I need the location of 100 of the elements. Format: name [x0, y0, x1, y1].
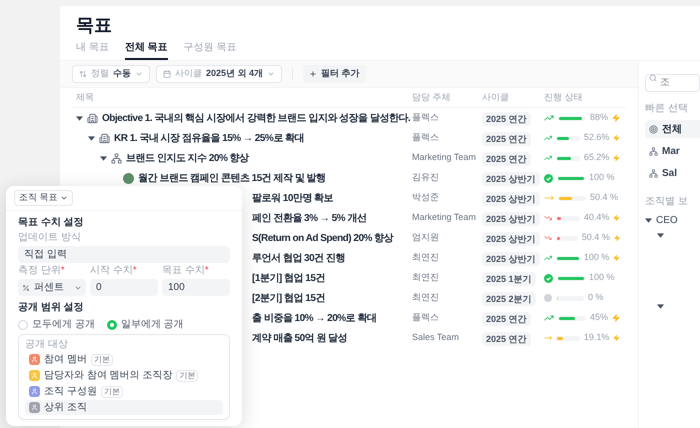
cycle-badge: 2025 2분기: [482, 292, 536, 306]
audience-label: 참여 멤버: [44, 353, 87, 367]
trend-up-icon: [544, 113, 554, 123]
goal-title[interactable]: [1분기] 협업 15건: [252, 270, 325, 286]
owner-text: 플렉스: [412, 111, 440, 124]
building-icon: [87, 112, 98, 124]
progress-percent: 45%: [590, 311, 608, 324]
field-label: 목표 수치*: [162, 265, 210, 277]
progress-percent: 19.1%: [584, 331, 610, 344]
trend-down-icon: [544, 233, 552, 243]
number-field[interactable]: 0: [90, 279, 158, 296]
trend-up-icon: [544, 253, 552, 263]
quick-select-item[interactable]: Sal: [645, 164, 700, 182]
goal-type-button[interactable]: 조직 목표: [14, 190, 73, 206]
column-header: 제목: [75, 90, 95, 104]
goal-title[interactable]: 페인 전환율 3% → 5% 개선: [252, 210, 366, 226]
update-method-field[interactable]: 직접 입력: [18, 246, 230, 263]
required-mark: *: [132, 265, 137, 276]
chevron-down-icon: [135, 70, 143, 78]
default-tag: 기본: [176, 370, 198, 382]
target-icon: [649, 124, 658, 134]
goal-title[interactable]: [2분기] 협업 15건: [252, 290, 325, 306]
arrow-right-icon: [544, 193, 554, 203]
quick-select-item[interactable]: Mar: [645, 142, 700, 160]
radio-label: 모두에게 공개: [32, 318, 95, 332]
tree-item[interactable]: CEO: [656, 213, 678, 228]
column-header: 진행 상태: [544, 90, 584, 104]
org-chart-icon: [649, 146, 658, 156]
search-icon: [649, 74, 657, 82]
expand-caret-icon[interactable]: [100, 154, 107, 162]
progress-percent: 100 %: [584, 251, 610, 264]
progress-percent: 40.4%: [584, 211, 610, 224]
goal-title[interactable]: 월간 브랜드 캠페인 콘텐츠 15건 제작 및 발행: [138, 170, 326, 186]
number-field[interactable]: 100: [162, 279, 230, 296]
plus-icon: [309, 70, 318, 78]
trend-up-icon: [544, 313, 554, 323]
column-header: 사이클: [482, 90, 510, 104]
cycle-badge: 2025 연간: [482, 132, 531, 146]
cycle-badge: 2025 연간: [482, 312, 531, 326]
goal-title[interactable]: 루언서 협업 30건 진행: [252, 250, 345, 266]
owner-text: 최연진: [412, 251, 440, 264]
audience-item[interactable]: 상위 조직: [25, 400, 223, 415]
sort-filter[interactable]: 정렬 수동: [72, 65, 150, 83]
search-field[interactable]: 조: [645, 74, 700, 92]
progress-percent: 52.6%: [584, 131, 610, 144]
expand-caret-icon[interactable]: [645, 217, 652, 224]
trend-up-icon: [544, 153, 552, 163]
audience-label: 조직 구성원: [44, 385, 97, 399]
audience-label: 상위 조직: [44, 401, 87, 415]
owner-text: 김유진: [412, 171, 440, 184]
goal-title[interactable]: KR 1. 국내 시장 점유율을 15% → 25%로 확대: [114, 130, 304, 146]
cycle-badge: 2025 상반기: [482, 212, 540, 226]
default-tag: 기본: [90, 354, 113, 366]
goal-title[interactable]: S(Return on Ad Spend) 20% 향상: [252, 230, 394, 246]
audience-item[interactable]: 담당자와 참여 멤버의 조직장 기본: [25, 368, 223, 383]
quick-select-item[interactable]: 전체: [645, 120, 700, 138]
expand-caret-icon[interactable]: [76, 114, 83, 122]
trend-down-icon: [544, 213, 552, 223]
audience-item[interactable]: 참여 멤버 기본: [25, 352, 223, 367]
progress-percent: 50.4 %: [582, 231, 610, 244]
goal-title[interactable]: 브랜드 인지도 지수 20% 향상: [126, 150, 249, 166]
check-circle-icon: [544, 274, 553, 282]
section-label: 빠른 선택: [645, 102, 689, 116]
unit-select[interactable]: 퍼센트: [18, 279, 86, 296]
radio-button[interactable]: [106, 320, 117, 330]
page-title: 목표: [76, 14, 113, 36]
avatar: [123, 172, 134, 184]
owner-text: 플렉스: [412, 311, 440, 324]
cycle-badge: 2025 1분기: [482, 272, 536, 286]
radio-button[interactable]: [18, 320, 28, 330]
expand-caret-icon[interactable]: [657, 303, 664, 310]
cycle-filter[interactable]: 사이클 2025년 외 4개: [156, 65, 282, 83]
cycle-badge: 2025 연간: [482, 112, 531, 126]
goal-title[interactable]: 출 비중을 10% → 20%로 확대: [252, 310, 376, 326]
field-label: 업데이트 방식: [18, 232, 82, 244]
chevron-down-icon: [267, 70, 276, 78]
owner-text: Marketing Team: [412, 151, 477, 164]
org-chart-icon: [649, 168, 658, 178]
field-label: 측정 단위*: [18, 265, 66, 277]
audience-item[interactable]: 조직 구성원 기본: [25, 384, 223, 399]
progress-percent: 65.2%: [584, 151, 610, 164]
goal-title[interactable]: 팔로워 10만명 확보: [252, 190, 334, 206]
expand-caret-icon[interactable]: [88, 134, 95, 142]
progress-percent: 100 %: [589, 171, 615, 184]
owner-text: Marketing Team: [412, 211, 477, 224]
section-title: 공개 범위 설정: [18, 301, 85, 315]
progress-percent: 50.4 %: [590, 191, 618, 204]
section-title: 목표 수치 설정: [18, 216, 85, 230]
owner-text: 최연진: [412, 291, 440, 304]
section-label: 조직별 보: [645, 195, 689, 209]
goal-title[interactable]: 계약 매출 50억 원 달성: [252, 330, 348, 346]
radio-label: 일부에게 공개: [120, 318, 184, 332]
expand-caret-icon[interactable]: [657, 232, 664, 239]
cycle-badge: 2025 상반기: [482, 192, 540, 206]
goal-title[interactable]: Objective 1. 국내의 핵심 시장에서 강력한 브랜드 입지와 성장을 달성한다.: [102, 110, 410, 126]
field-label: 시작 수치*: [90, 265, 138, 277]
check-circle-icon: [544, 174, 553, 182]
required-mark: *: [60, 265, 65, 276]
owner-text: 플렉스: [412, 131, 440, 144]
add-filter-button[interactable]: 필터 추가: [303, 65, 366, 83]
